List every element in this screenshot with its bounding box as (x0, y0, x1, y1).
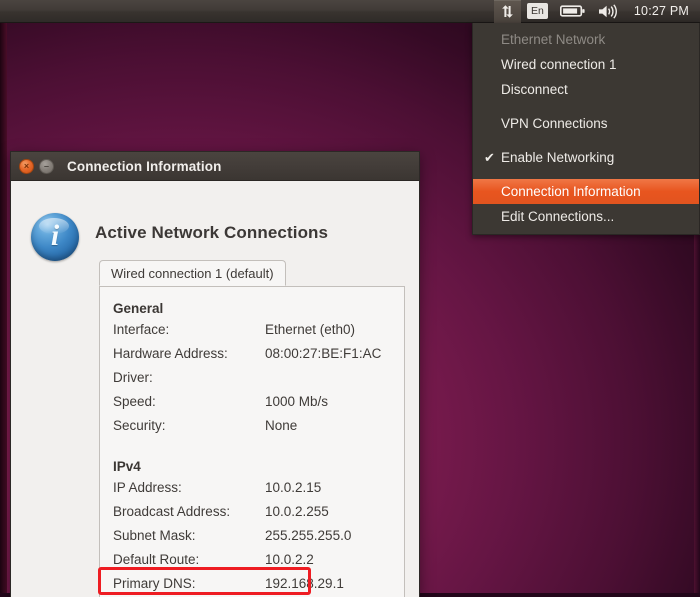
property-value: 10.0.2.255 (265, 504, 329, 519)
menu-item-label: Ethernet Network (501, 32, 605, 47)
property-value: 08:00:27:BE:F1:AC (265, 346, 381, 361)
battery-indicator-button[interactable] (554, 0, 592, 23)
page-title: Active Network Connections (95, 223, 328, 243)
volume-speaker-icon (598, 4, 620, 19)
menu-item-enable-networking[interactable]: ✔ Enable Networking (473, 145, 699, 170)
menu-item-vpn-connections[interactable]: VPN Connections (473, 111, 699, 136)
volume-indicator-button[interactable] (592, 0, 626, 23)
clock-indicator[interactable]: 10:27 PM (626, 0, 700, 23)
property-row-hardware-address: Hardware Address: 08:00:27:BE:F1:AC (113, 346, 392, 370)
menu-item-label: Wired connection 1 (501, 57, 617, 72)
network-updown-arrows-icon (500, 4, 515, 19)
property-label: IP Address: (113, 480, 265, 495)
menu-item-wired-connection-1[interactable]: Wired connection 1 (473, 52, 699, 77)
property-row-broadcast-address: Broadcast Address: 10.0.2.255 (113, 504, 392, 528)
menu-item-disconnect[interactable]: Disconnect (473, 77, 699, 102)
property-label: Security: (113, 418, 265, 433)
tab-strip: Wired connection 1 (default) (99, 260, 405, 287)
close-icon: × (24, 162, 29, 171)
property-row-ip-address: IP Address: 10.0.2.15 (113, 480, 392, 504)
menu-item-edit-connections[interactable]: Edit Connections... (473, 204, 699, 229)
property-value: 10.0.2.15 (265, 480, 321, 495)
close-button[interactable]: × (19, 159, 34, 174)
minimize-icon: – (44, 162, 49, 171)
tab-label: Wired connection 1 (default) (111, 266, 274, 281)
section-title-ipv4: IPv4 (113, 459, 392, 474)
property-row-security: Security: None (113, 418, 392, 442)
screen: En 10:27 PM (0, 0, 700, 597)
property-label: Broadcast Address: (113, 504, 265, 519)
property-label: Interface: (113, 322, 265, 337)
menu-item-label: Connection Information (501, 184, 641, 199)
connection-information-window: × – Connection Information i Active Netw… (10, 151, 420, 597)
property-value: 255.255.255.0 (265, 528, 351, 543)
property-label: Speed: (113, 394, 265, 409)
property-row-interface: Interface: Ethernet (eth0) (113, 322, 392, 346)
menu-item-label: VPN Connections (501, 116, 608, 131)
menu-item-label: Edit Connections... (501, 209, 614, 224)
property-label: Subnet Mask: (113, 528, 265, 543)
property-value: 10.0.2.2 (265, 552, 314, 567)
network-indicator-menu: Ethernet Network Wired connection 1 Disc… (472, 23, 700, 235)
menu-separator-2 (473, 136, 699, 145)
menu-item-label: Enable Networking (501, 150, 614, 165)
menu-item-ethernet-network: Ethernet Network (473, 27, 699, 52)
dialog-body: i Active Network Connections Wired conne… (11, 181, 419, 597)
property-row-default-route: Default Route: 10.0.2.2 (113, 552, 392, 576)
menu-item-label: Disconnect (501, 82, 568, 97)
section-spacer (113, 442, 392, 459)
property-label: Hardware Address: (113, 346, 265, 361)
menu-separator-3 (473, 170, 699, 179)
menu-separator-1 (473, 102, 699, 111)
property-value: 192.168.29.1 (265, 576, 344, 591)
clock-label: 10:27 PM (634, 0, 689, 23)
keyboard-layout-indicator[interactable]: En (521, 0, 554, 23)
checkmark-icon: ✔ (484, 145, 495, 170)
info-icon: i (31, 213, 79, 261)
keyboard-layout-label: En (527, 3, 548, 19)
info-icon-letter: i (51, 221, 59, 251)
battery-icon (560, 4, 586, 18)
property-label: Driver: (113, 370, 265, 385)
property-row-subnet-mask: Subnet Mask: 255.255.255.0 (113, 528, 392, 552)
property-label: Default Route: (113, 552, 265, 567)
menu-item-connection-information[interactable]: Connection Information (473, 179, 699, 204)
network-indicator-button[interactable] (494, 0, 521, 23)
connection-notebook: Wired connection 1 (default) General Int… (99, 260, 405, 597)
capture-frame-left (0, 22, 7, 597)
property-value: 1000 Mb/s (265, 394, 328, 409)
top-panel: En 10:27 PM (0, 0, 700, 23)
minimize-button[interactable]: – (39, 159, 54, 174)
property-row-driver: Driver: (113, 370, 392, 394)
window-titlebar[interactable]: × – Connection Information (11, 152, 419, 181)
property-label: Primary DNS: (113, 576, 265, 591)
tab-wired-connection-1[interactable]: Wired connection 1 (default) (99, 260, 286, 286)
section-title-general: General (113, 301, 392, 316)
property-value: Ethernet (eth0) (265, 322, 355, 337)
property-row-primary-dns: Primary DNS: 192.168.29.1 (113, 576, 392, 597)
tab-page-wired-connection-1: General Interface: Ethernet (eth0) Hardw… (99, 287, 405, 597)
property-value: None (265, 418, 297, 433)
property-row-speed: Speed: 1000 Mb/s (113, 394, 392, 418)
window-title: Connection Information (67, 159, 221, 174)
